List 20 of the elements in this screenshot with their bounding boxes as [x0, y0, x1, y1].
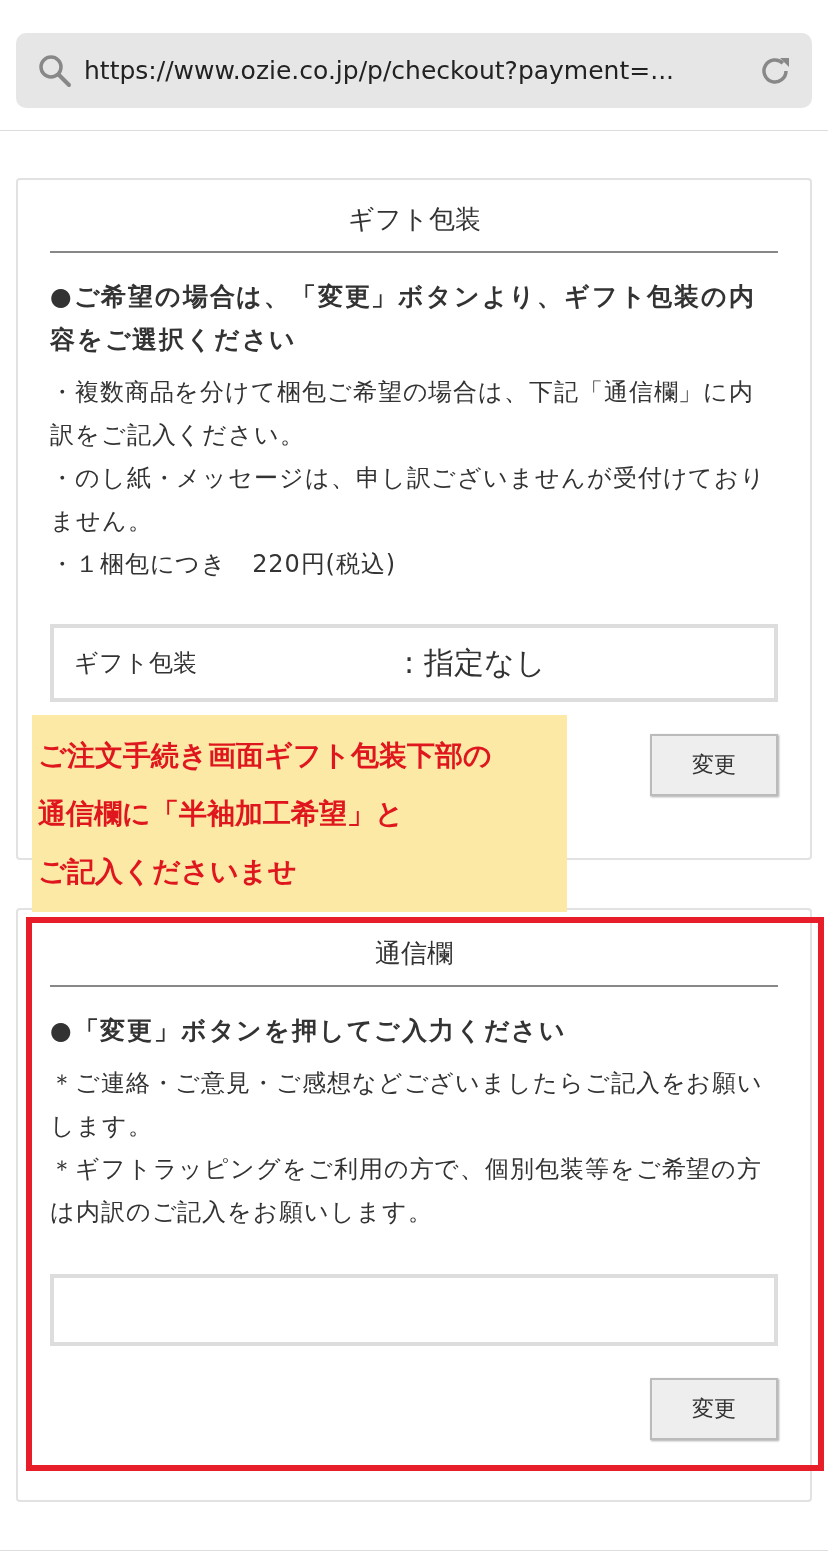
note-text: ＊ギフトラッピングをご利用の方で、個別包装等をご希望の方は内訳のご記入をお願いします。 [50, 1154, 764, 1228]
note-text: ＊ご連絡・ご意見・ご感想などございましたらご記入をお願いします。 [50, 1068, 765, 1142]
search-icon [38, 53, 72, 88]
section-title: ギフト包装 [50, 202, 778, 253]
change-button[interactable]: 変更 [650, 734, 778, 796]
instruction-heading: ●ご希望の場合は、「変更」ボタンより、ギフト包装の内容をご選択ください [50, 281, 757, 356]
note-text: ・のし紙・メッセージは、申し訳ございませんが受付けておりません。 [50, 463, 768, 537]
address-bar[interactable]: https://www.ozie.co.jp/p/checkout?payment=... [16, 33, 812, 108]
url-text: https://www.ozie.co.jp/p/checkout?payment=... [84, 56, 676, 85]
field-value: : 指定なし [404, 643, 546, 682]
section-title: 通信欄 [50, 936, 778, 987]
message-field[interactable] [50, 1274, 778, 1346]
note-line: ご記入くださいませ [38, 854, 297, 890]
note-text: ・複数商品を分けて梱包ご希望の場合は、下記「通信欄」に内訳をご記入ください。 [50, 377, 756, 451]
note-text: ・１梱包につき 220円(税込) [50, 549, 397, 580]
change-button[interactable]: 変更 [650, 1378, 778, 1440]
note-line: 通信欄に「半袖加工希望」と [38, 796, 404, 832]
instruction-heading: ●「変更」ボタンを押してご入力ください [50, 1015, 568, 1047]
note-line: ご注文手続き画面ギフト包装下部の [38, 738, 492, 774]
field-label: ギフト包装 [74, 648, 198, 679]
